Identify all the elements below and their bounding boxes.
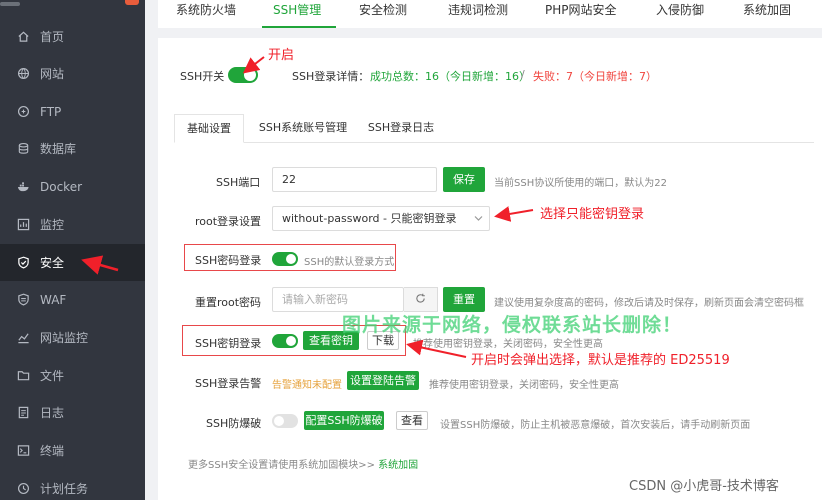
sidebar-item-label: Docker: [40, 179, 83, 194]
clock-icon: [16, 482, 30, 496]
folder-icon: [16, 369, 30, 383]
tab-security-check[interactable]: 安全检测: [359, 0, 407, 22]
sidebar-item-label: 首页: [40, 30, 65, 44]
sidebar-item-home[interactable]: 首页: [0, 18, 145, 55]
tab-php-security[interactable]: PHP网站安全: [545, 0, 617, 22]
sidebar: 首页 网站 FTP 数据库 Docker 监控 安全 WAF 网站监控 文件 日…: [0, 0, 145, 500]
ssh-sub-tabs: 基础设置 SSH系统账号管理 SSH登录日志: [174, 110, 814, 143]
footer-note: 更多SSH安全设置请使用系统加固模块>> 系统加固: [188, 456, 418, 471]
root-login-select-value: without-password - 只能密钥登录: [282, 212, 457, 225]
top-tab-bar: 系统防火墙 SSH管理 安全检测 违规词检测 PHP网站安全 入侵防御 系统加固: [158, 0, 822, 28]
subtab-basic-settings[interactable]: 基础设置: [174, 114, 244, 143]
sidebar-item-security[interactable]: 安全: [0, 244, 145, 281]
active-tab-underline: [262, 26, 336, 28]
sidebar-item-label: 终端: [40, 444, 65, 458]
database-icon: [16, 142, 30, 156]
sidebar-item-site-monitor[interactable]: 网站监控: [0, 319, 145, 356]
globe-icon: [16, 67, 30, 81]
sidebar-item-label: 数据库: [40, 142, 77, 156]
reset-root-hint: 建议使用复杂度高的密码，修改后请及时保存，刷新页面会清空密码框: [494, 298, 804, 309]
password-login-label: SSH密码登录: [195, 254, 262, 267]
system-hardening-link[interactable]: 系统加固: [378, 460, 418, 471]
site-monitor-icon: [16, 331, 30, 345]
tab-firewall[interactable]: 系统防火墙: [176, 0, 236, 22]
sidebar-item-label: 文件: [40, 369, 65, 383]
sidebar-item-label: 网站: [40, 67, 65, 81]
sidebar-item-waf[interactable]: WAF: [0, 281, 145, 318]
csdn-credit: CSDN @小虎哥-技术博客: [629, 479, 779, 494]
password-login-toggle[interactable]: [272, 252, 298, 266]
sidebar-item-database[interactable]: 数据库: [0, 130, 145, 167]
set-login-alert-button[interactable]: 设置登陆告警: [347, 371, 419, 390]
ssh-panel: SSH开关 SSH登录详情： 成功总数：16（今日新增：16） / 失败：7（今…: [158, 38, 822, 500]
brute-force-toggle[interactable]: [272, 414, 298, 428]
sidebar-item-label: WAF: [40, 292, 67, 307]
watermark: 图片来源于网络，侵权联系站长删除！: [342, 314, 683, 336]
sidebar-item-logs[interactable]: 日志: [0, 394, 145, 431]
terminal-icon: [16, 444, 30, 458]
ssh-count-separator: /: [521, 68, 525, 81]
footer-text: 更多SSH安全设置请使用系统加固模块>>: [188, 460, 375, 471]
login-alert-label: SSH登录告警: [195, 377, 262, 390]
subtab-account-management[interactable]: SSH系统账号管理: [254, 114, 352, 143]
key-login-toggle[interactable]: [272, 334, 298, 348]
chevron-down-icon: [474, 207, 483, 238]
tab-system-hardening[interactable]: 系统加固: [743, 0, 791, 22]
ftp-icon: [16, 105, 30, 119]
sidebar-item-website[interactable]: 网站: [0, 55, 145, 92]
sidebar-item-label: 日志: [40, 406, 65, 420]
root-login-select[interactable]: without-password - 只能密钥登录: [272, 206, 490, 231]
ssh-fail-count: 失败：7（今日新增：7）: [533, 70, 657, 83]
sidebar-top-badge: [125, 0, 139, 5]
configure-brute-force-button[interactable]: 配置SSH防爆破: [304, 411, 384, 430]
new-password-input[interactable]: 请输入新密码: [272, 287, 404, 312]
brute-force-hint: 设置SSH防爆破，防止主机被恶意爆破，首次安装后，请手动刷新页面: [440, 420, 751, 431]
ssh-switch-label: SSH开关: [180, 70, 225, 83]
sidebar-item-docker[interactable]: Docker: [0, 168, 145, 205]
ssh-login-detail-label: SSH登录详情：: [292, 70, 370, 83]
reset-root-label: 重置root密码: [195, 296, 262, 309]
sidebar-top-edge: [0, 2, 20, 6]
login-alert-hint: 推荐使用密钥登录，关闭密码，安全性更高: [429, 380, 619, 391]
brute-force-label: SSH防爆破: [206, 417, 262, 430]
sidebar-item-label: 监控: [40, 218, 65, 232]
sidebar-item-cron[interactable]: 计划任务: [0, 470, 145, 500]
annotation-open: 开启: [268, 48, 295, 63]
sidebar-item-label: 安全: [40, 256, 65, 270]
key-login-label: SSH密钥登录: [195, 337, 262, 350]
reset-password-button[interactable]: 重置: [443, 287, 485, 312]
monitor-icon: [16, 218, 30, 232]
sidebar-item-files[interactable]: 文件: [0, 357, 145, 394]
save-port-button[interactable]: 保存: [443, 167, 485, 192]
log-icon: [16, 406, 30, 420]
sidebar-item-label: 网站监控: [40, 331, 89, 345]
docker-icon: [16, 180, 30, 194]
home-icon: [16, 30, 30, 44]
sidebar-item-monitor[interactable]: 监控: [0, 206, 145, 243]
sidebar-item-ftp[interactable]: FTP: [0, 93, 145, 130]
root-login-label: root登录设置: [195, 215, 262, 228]
ssh-switch-toggle[interactable]: [228, 67, 258, 83]
tab-word-check[interactable]: 违规词检测: [448, 0, 508, 22]
ssh-port-label: SSH端口: [216, 176, 261, 189]
ssh-port-input[interactable]: 22: [272, 167, 437, 192]
refresh-icon: [415, 293, 426, 307]
key-login-hint: 推荐使用密钥登录，关闭密码，安全性更高: [413, 339, 603, 350]
waf-shield-icon: [16, 293, 30, 307]
tab-intrusion-defense[interactable]: 入侵防御: [656, 0, 704, 22]
annotation-key-only: 选择只能密钥登录: [540, 207, 645, 222]
sidebar-item-terminal[interactable]: 终端: [0, 432, 145, 469]
generate-password-button[interactable]: [404, 287, 438, 312]
sidebar-item-label: 计划任务: [40, 482, 89, 496]
login-alert-status: 告警通知未配置: [272, 380, 342, 391]
annotation-popup: 开启时会弹出选择，默认是推荐的 ED25519: [471, 353, 730, 368]
sidebar-item-label: FTP: [40, 104, 62, 119]
ssh-port-hint: 当前SSH协议所使用的端口，默认为22: [494, 178, 667, 189]
view-brute-force-button[interactable]: 查看: [396, 411, 428, 430]
tab-ssh-management[interactable]: SSH管理: [273, 0, 321, 22]
subtab-login-log[interactable]: SSH登录日志: [364, 114, 438, 143]
shield-icon: [16, 256, 30, 270]
password-login-hint: SSH的默认登录方式: [304, 257, 395, 268]
ssh-success-count: 成功总数：16（今日新增：16）: [370, 70, 530, 83]
